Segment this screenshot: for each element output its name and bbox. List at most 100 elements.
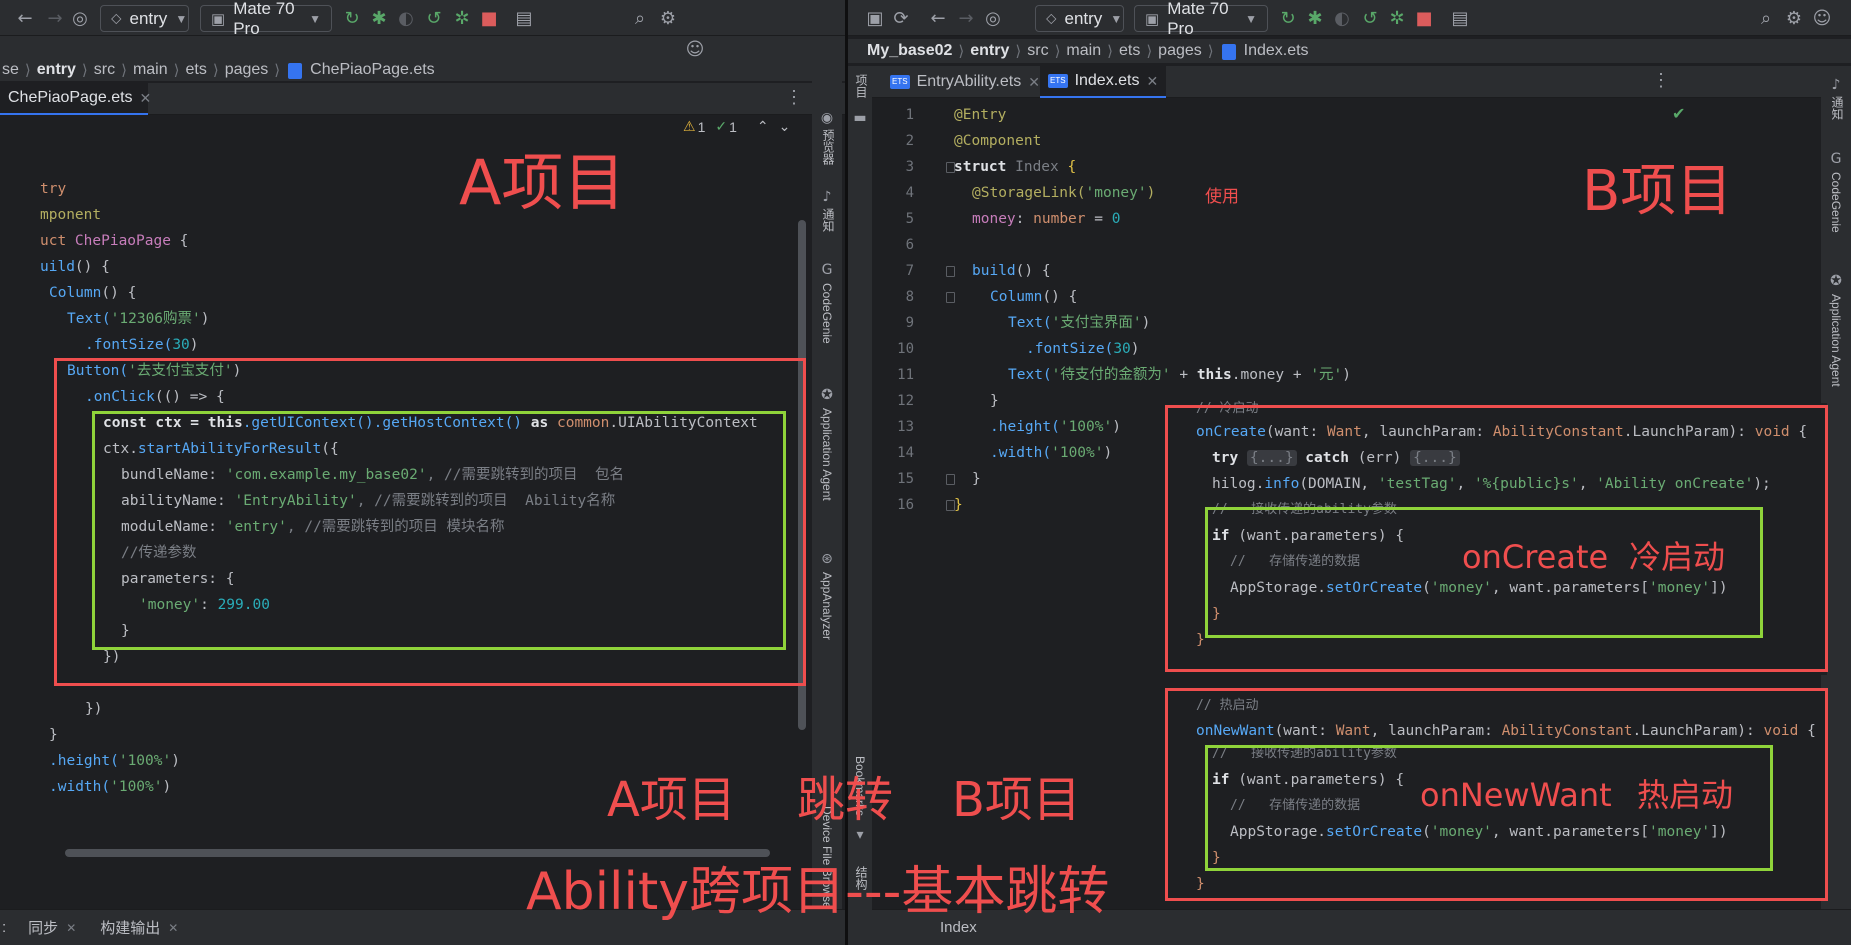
title-annotation: Ability跨项目---基本跳转 xyxy=(526,862,1110,922)
breadcrumb-item[interactable]: ets xyxy=(1117,42,1142,60)
build-output-tab[interactable]: 构建输出 xyxy=(100,917,160,938)
notifications-label[interactable]: 通知 xyxy=(1829,96,1846,120)
breadcrumb-item[interactable]: pages xyxy=(223,61,271,79)
device-manager-icon[interactable]: ▤ xyxy=(1449,0,1471,36)
more-vertical-icon[interactable]: ⋮ xyxy=(785,81,803,113)
back-arrow-icon[interactable]: ← xyxy=(14,0,36,36)
close-icon[interactable]: ✕ xyxy=(168,921,178,935)
startability-highlight xyxy=(92,411,786,650)
stop-icon[interactable]: ■ xyxy=(1413,0,1435,36)
codegenie-label[interactable]: CodeGenie xyxy=(820,283,834,344)
appanalyzer-label[interactable]: AppAnalyzer xyxy=(820,572,834,640)
chevron-down-icon[interactable]: ⌄ xyxy=(779,118,791,135)
eye-icon[interactable]: ◉ xyxy=(818,109,836,127)
module-label: entry xyxy=(129,8,168,28)
breadcrumb-item[interactable]: ChePiaoPage.ets xyxy=(308,61,437,79)
tab-entryability[interactable]: ETS EntryAbility.ets ✕ xyxy=(882,66,1048,98)
ets-file-icon: ETS xyxy=(890,75,910,89)
horizontal-scrollbar[interactable] xyxy=(65,849,770,857)
module-icon: ⬦ xyxy=(111,10,122,27)
chevron-down-icon: ▼ xyxy=(175,11,188,26)
search-icon[interactable]: ⌕ xyxy=(629,0,651,36)
warning-count: 1 xyxy=(697,118,706,135)
codegenie-icon[interactable]: G xyxy=(818,261,836,279)
device-manager-icon[interactable]: ▤ xyxy=(513,0,535,36)
a-project-annotation: A项目 xyxy=(459,146,626,219)
breadcrumb-item[interactable]: Index.ets xyxy=(1242,42,1311,60)
profile-icon[interactable]: ◐ xyxy=(395,0,417,36)
breadcrumb-item[interactable]: ets xyxy=(183,61,208,79)
breadcrumb-item[interactable]: main xyxy=(131,61,170,79)
module-selector[interactable]: ⬦ entry ▼ xyxy=(100,5,189,32)
sync-icon[interactable]: ⟳ xyxy=(890,0,912,36)
attach-debugger-icon[interactable]: ✲ xyxy=(451,0,473,36)
forward-arrow-icon[interactable]: → xyxy=(955,0,977,36)
save-icon[interactable]: ▣ xyxy=(864,0,886,36)
ets-file-icon: ETS xyxy=(1048,74,1068,88)
account-bar: ☺ xyxy=(0,36,845,60)
breadcrumb-item[interactable]: entry xyxy=(35,61,78,79)
breadcrumb-item[interactable]: src xyxy=(1025,42,1050,60)
application-agent-label[interactable]: Application Agent xyxy=(820,408,834,501)
ets-file-icon xyxy=(288,62,303,79)
warning-icon: ⚠ xyxy=(683,118,696,134)
bottom-b-annotation: B项目 xyxy=(952,772,1081,828)
previewer-label[interactable]: 预览器 xyxy=(820,129,837,165)
attach-debugger-icon[interactable]: ✲ xyxy=(1386,0,1408,36)
chevron-up-icon[interactable]: ⌃ xyxy=(757,118,769,135)
chevron-down-icon: ▼ xyxy=(1245,11,1257,26)
module-icon: ⬦ xyxy=(1046,10,1057,27)
bell-icon[interactable]: ♪ xyxy=(818,188,836,206)
oncreate-annotation: onCreate xyxy=(1462,538,1609,576)
ets-file-icon xyxy=(1221,44,1236,60)
breadcrumb-item[interactable]: src xyxy=(92,61,117,79)
tab-label: ChePiaoPage.ets xyxy=(8,89,133,106)
agent-icon[interactable]: ✪ xyxy=(1827,272,1845,290)
account-icon[interactable]: ☺ xyxy=(1811,0,1833,36)
breadcrumb-item[interactable]: pages xyxy=(1156,42,1204,60)
close-icon[interactable]: ✕ xyxy=(140,90,152,107)
close-icon[interactable]: ✕ xyxy=(1028,74,1040,91)
close-icon[interactable]: ✕ xyxy=(66,921,76,935)
device-label: Mate 70 Pro xyxy=(233,0,295,38)
breadcrumb-item[interactable]: se xyxy=(0,61,21,79)
stop-icon[interactable]: ■ xyxy=(478,0,500,36)
debug-icon[interactable]: ✱ xyxy=(1304,0,1326,36)
target-icon[interactable]: ◎ xyxy=(68,0,92,36)
application-agent-label[interactable]: Application Agent xyxy=(1829,294,1843,387)
project-label[interactable]: 项目 xyxy=(853,74,870,98)
notifications-label[interactable]: 通知 xyxy=(820,208,837,232)
profile-icon[interactable]: ◐ xyxy=(1331,0,1353,36)
gear-icon[interactable]: ⚙ xyxy=(1783,0,1805,36)
debug-icon[interactable]: ✱ xyxy=(368,0,390,36)
device-selector[interactable]: ▣ Mate 70 Pro ▼ xyxy=(200,0,332,38)
tab-chepiaopage[interactable]: ChePiaoPage.ets ✕ xyxy=(0,83,151,115)
more-vertical-icon[interactable]: ⋮ xyxy=(1652,64,1670,96)
target-icon[interactable]: ◎ xyxy=(981,0,1005,36)
sync-tab[interactable]: 同步 xyxy=(28,917,58,938)
analyzer-icon[interactable]: ⊛ xyxy=(818,550,836,568)
module-selector[interactable]: ⬦ entry ▼ xyxy=(1035,5,1124,32)
chevron-down-icon: ▼ xyxy=(1110,11,1123,26)
tab-index[interactable]: ETS Index.ets ✕ xyxy=(1040,66,1167,98)
bookmark-icon[interactable]: ▾ xyxy=(851,826,869,844)
device-icon: ▣ xyxy=(211,10,226,28)
forward-arrow-icon[interactable]: → xyxy=(44,0,66,36)
gear-icon[interactable]: ⚙ xyxy=(657,0,679,36)
device-selector[interactable]: ▣ Mate 70 Pro ▼ xyxy=(1134,0,1268,38)
breadcrumb-item[interactable]: My_base02 xyxy=(865,42,954,60)
codegenie-icon[interactable]: G xyxy=(1827,150,1845,168)
inspection-widget[interactable]: ⚠ 1 ✓ 1 ⌃ ⌄ xyxy=(683,118,790,135)
agent-icon[interactable]: ✪ xyxy=(818,386,836,404)
back-arrow-icon[interactable]: ← xyxy=(927,0,949,36)
run-icon[interactable]: ↻ xyxy=(341,0,363,36)
run-icon[interactable]: ↻ xyxy=(1277,0,1299,36)
bell-icon[interactable]: ♪ xyxy=(1827,76,1845,94)
search-icon[interactable]: ⌕ xyxy=(1755,0,1777,36)
codegenie-label[interactable]: CodeGenie xyxy=(1829,172,1843,233)
close-icon[interactable]: ✕ xyxy=(1147,73,1159,90)
breadcrumb-item[interactable]: entry xyxy=(968,42,1011,60)
rerun-icon[interactable]: ↺ xyxy=(423,0,445,36)
breadcrumb-item[interactable]: main xyxy=(1064,42,1103,60)
rerun-icon[interactable]: ↺ xyxy=(1359,0,1381,36)
